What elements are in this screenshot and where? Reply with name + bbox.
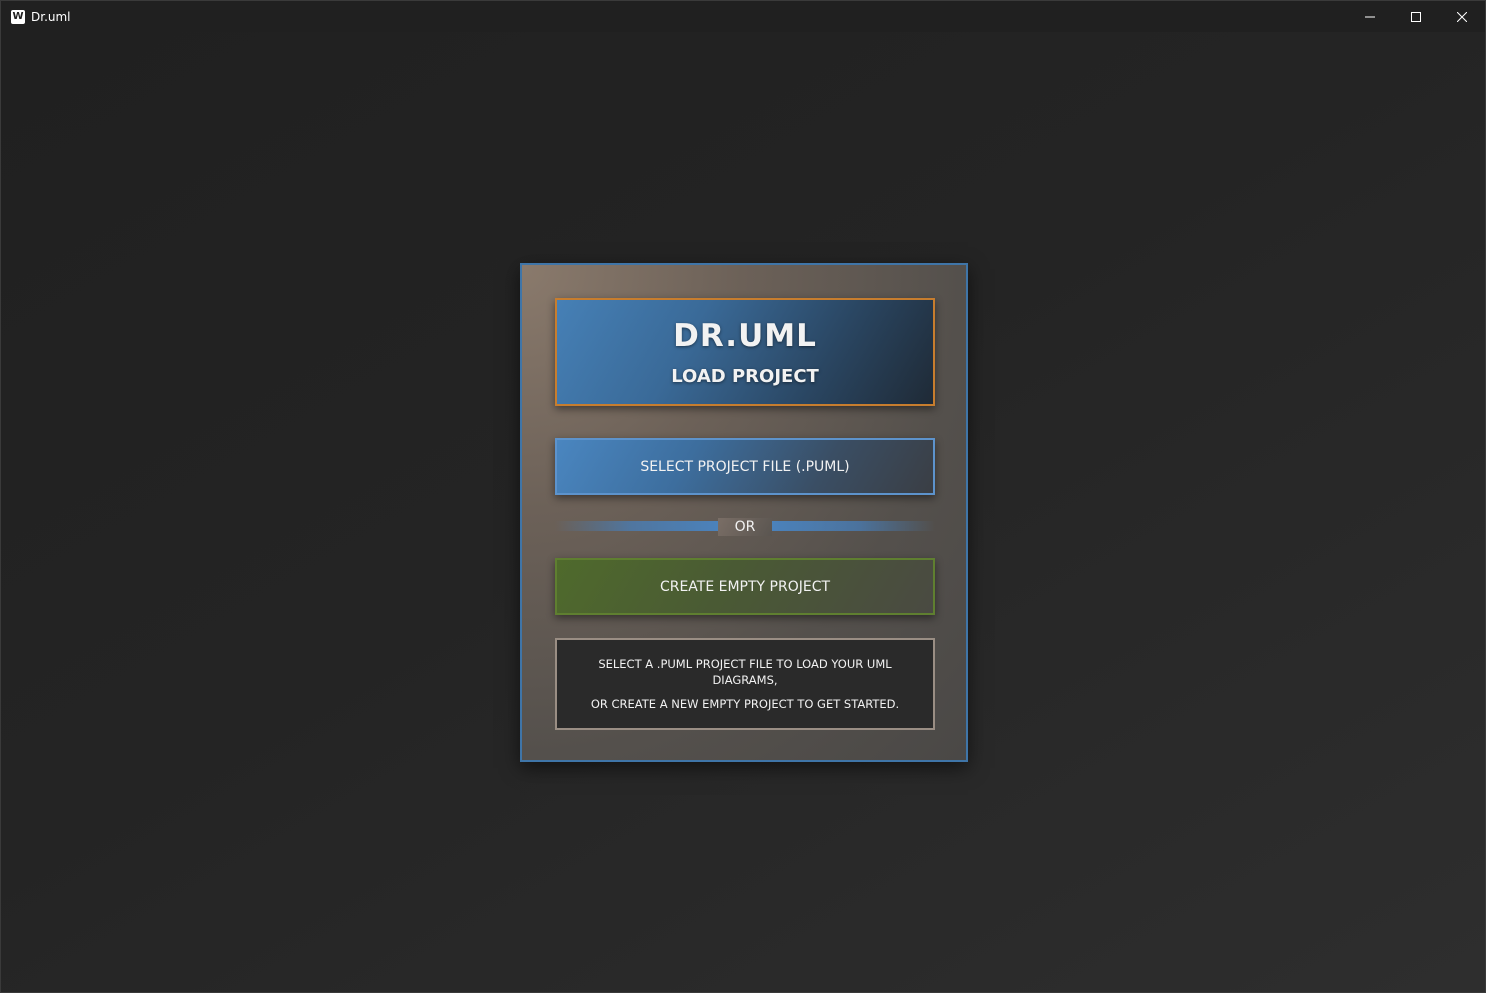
load-project-panel: DR.UML LOAD PROJECT SELECT PROJECT FILE … <box>520 263 968 762</box>
close-icon <box>1457 11 1467 22</box>
maximize-button[interactable] <box>1393 1 1439 32</box>
info-text-line2: OR CREATE A NEW EMPTY PROJECT TO GET STA… <box>590 697 900 711</box>
main-content: DR.UML LOAD PROJECT SELECT PROJECT FILE … <box>1 32 1485 992</box>
app-window: W Dr.uml DR.UML LOAD PROJECT SELECT PROJ… <box>0 0 1486 993</box>
info-text-line1: SELECT A .PUML PROJECT FILE TO LOAD YOUR… <box>598 657 892 687</box>
window-controls <box>1347 1 1485 32</box>
or-label: OR <box>718 518 772 536</box>
close-button[interactable] <box>1439 1 1485 32</box>
title-bar[interactable]: W Dr.uml <box>1 1 1485 32</box>
app-w-icon: W <box>11 9 25 24</box>
app-name-heading: DR.UML <box>673 317 817 354</box>
minimize-icon <box>1365 16 1375 17</box>
info-box: SELECT A .PUML PROJECT FILE TO LOAD YOUR… <box>555 638 935 730</box>
select-project-file-button[interactable]: SELECT PROJECT FILE (.PUML) <box>555 438 935 495</box>
create-empty-project-button[interactable]: CREATE EMPTY PROJECT <box>555 558 935 615</box>
window-title: Dr.uml <box>31 9 71 24</box>
load-project-heading: LOAD PROJECT <box>671 365 819 387</box>
maximize-icon <box>1411 11 1421 22</box>
or-divider: OR <box>555 518 935 536</box>
minimize-button[interactable] <box>1347 1 1393 32</box>
header-card: DR.UML LOAD PROJECT <box>555 298 935 406</box>
